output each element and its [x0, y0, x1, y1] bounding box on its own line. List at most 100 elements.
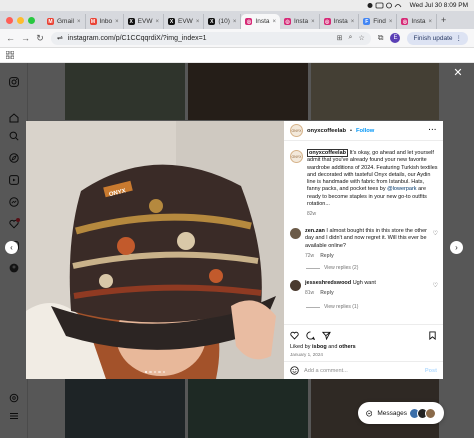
- post-comment-button[interactable]: Post: [425, 368, 437, 374]
- apps-grid-icon[interactable]: [6, 51, 14, 59]
- commenter-avatar[interactable]: [290, 228, 301, 239]
- close-tab-icon[interactable]: ×: [389, 19, 393, 25]
- view-replies-label: View replies (2): [324, 265, 359, 271]
- bookmarks-bar: [0, 48, 474, 63]
- close-tab-icon[interactable]: ×: [273, 19, 277, 25]
- close-tab-icon[interactable]: ×: [429, 19, 433, 25]
- carousel-dot: [162, 370, 166, 373]
- comment-age: 81w: [305, 290, 315, 297]
- separator-dot: •: [349, 127, 352, 134]
- messages-button[interactable]: Messages: [358, 402, 444, 424]
- zoom-window-button[interactable]: [28, 16, 35, 24]
- share-paper-plane-icon[interactable]: [322, 331, 331, 340]
- emoji-icon[interactable]: [290, 366, 299, 375]
- post-modal: ONYX ONYX onyxcoffeelab • Follow ··· ONY…: [26, 121, 443, 379]
- browser-tab[interactable]: X (10) ×: [204, 14, 242, 29]
- site-info-icon[interactable]: ⇌: [57, 34, 63, 42]
- back-button[interactable]: ←: [6, 33, 15, 43]
- liked-by-others[interactable]: others: [339, 344, 356, 350]
- carousel-dot: [158, 370, 161, 373]
- liked-by-user[interactable]: isbog: [312, 344, 327, 350]
- like-heart-icon[interactable]: [290, 331, 299, 340]
- save-bookmark-icon[interactable]: [428, 330, 437, 340]
- reload-button[interactable]: ↻: [36, 33, 44, 44]
- next-post-button[interactable]: ›: [450, 241, 463, 254]
- instagram-page: ✕ ‹ › ONYX ONYX onyxcoffeelab • Follow ·…: [0, 63, 474, 438]
- liked-by-prefix: Liked by: [290, 344, 313, 350]
- close-tab-icon[interactable]: ×: [196, 19, 200, 25]
- close-tab-icon[interactable]: ×: [351, 19, 355, 25]
- close-modal-icon[interactable]: ✕: [453, 68, 463, 79]
- tab-label: Insta: [333, 18, 348, 25]
- zoom-icon[interactable]: ⌕: [349, 34, 353, 42]
- browser-tab[interactable]: F Find ×: [359, 14, 398, 29]
- post-options-icon[interactable]: ···: [429, 127, 438, 134]
- close-window-button[interactable]: [6, 16, 13, 24]
- like-comment-icon[interactable]: ♡: [433, 282, 438, 289]
- find-icon: F: [363, 18, 371, 25]
- instagram-icon: ◎: [284, 18, 292, 25]
- profile-avatar[interactable]: E: [390, 33, 401, 43]
- instagram-icon: ◎: [323, 18, 331, 25]
- browser-tab[interactable]: X EVW ×: [164, 14, 205, 29]
- menubar-clock[interactable]: Wed Jul 30 8:09 PM: [410, 2, 468, 9]
- tab-label: EVW: [178, 18, 193, 25]
- post-image[interactable]: ONYX: [26, 121, 284, 379]
- status-icons[interactable]: [367, 2, 405, 9]
- commenter-avatar[interactable]: [290, 280, 301, 291]
- tab-label: Insta: [411, 18, 426, 25]
- finish-update-button[interactable]: Finish update ⋮: [407, 31, 468, 45]
- post-actions: Liked by isbog and others January 1, 202…: [284, 324, 443, 357]
- reply-button[interactable]: Reply: [320, 253, 334, 259]
- reply-button[interactable]: Reply: [320, 290, 334, 296]
- tab-label: Insta: [294, 18, 309, 25]
- tab-label: Inbo: [99, 18, 113, 25]
- tab-label: Find: [373, 18, 386, 25]
- commenter-username[interactable]: zen.zan: [305, 228, 325, 234]
- minimize-window-button[interactable]: [17, 16, 24, 24]
- commenter-username[interactable]: jesseshredswood: [305, 280, 351, 286]
- post-date: January 1, 2024: [290, 352, 323, 357]
- extensions-icon[interactable]: ⧉: [378, 33, 384, 43]
- comment: zen.zan I almost bought this in this sto…: [290, 228, 438, 259]
- forward-button[interactable]: →: [21, 33, 30, 43]
- carousel-dot: [149, 370, 152, 373]
- tab-list: M Gmail × M Inbo × X EVW × X EVW × X (10) × ◎ Insta × ◎ Ins…: [43, 11, 438, 29]
- finish-update-label: Finish update: [413, 34, 453, 42]
- author-avatar[interactable]: ONYX: [290, 124, 303, 137]
- like-comment-icon[interactable]: ♡: [433, 230, 438, 237]
- close-tab-icon[interactable]: ×: [233, 19, 237, 25]
- add-comment-input[interactable]: Add a comment...: [304, 368, 348, 374]
- author-username[interactable]: onyxcoffeelab: [307, 128, 346, 134]
- browser-tab[interactable]: ◎ Insta ×: [241, 14, 281, 29]
- view-replies-button[interactable]: View replies (2): [306, 265, 358, 271]
- url-text: instagram.com/p/C1CCqqrdiX/?img_index=1: [67, 34, 207, 42]
- macos-menu-bar: Wed Jul 30 8:09 PM: [0, 0, 474, 11]
- tab-label: Gmail: [57, 18, 74, 25]
- post-header: ONYX onyxcoffeelab • Follow ···: [284, 121, 443, 141]
- caption-mention[interactable]: @lowerpark: [387, 186, 416, 192]
- browser-tab[interactable]: X EVW ×: [124, 14, 164, 29]
- browser-tab[interactable]: M Inbo ×: [86, 14, 124, 29]
- caption-avatar[interactable]: ONYX: [290, 150, 303, 163]
- follow-button[interactable]: Follow: [356, 128, 374, 134]
- bookmark-star-icon[interactable]: ☆: [358, 34, 364, 42]
- browser-tab[interactable]: M Gmail ×: [43, 14, 86, 29]
- comment-text: Ugh want: [351, 280, 376, 286]
- close-tab-icon[interactable]: ×: [77, 19, 81, 25]
- previous-post-button[interactable]: ‹: [5, 241, 18, 254]
- avatar: [425, 407, 436, 419]
- browser-tab[interactable]: ◎ Insta ×: [397, 14, 438, 29]
- comment-bubble-icon[interactable]: [306, 330, 315, 340]
- close-tab-icon[interactable]: ×: [311, 19, 315, 25]
- close-tab-icon[interactable]: ×: [155, 19, 159, 25]
- caption-username[interactable]: onyxcoffeelab: [307, 149, 348, 157]
- browser-tab[interactable]: ◎ Insta ×: [320, 14, 360, 29]
- browser-tab[interactable]: ◎ Insta ×: [280, 14, 320, 29]
- new-tab-button[interactable]: +: [441, 15, 446, 25]
- address-bar[interactable]: ⇌ instagram.com/p/C1CCqqrdiX/?img_index=…: [51, 31, 371, 45]
- close-tab-icon[interactable]: ×: [115, 19, 119, 25]
- x-icon: X: [168, 18, 175, 25]
- install-app-icon[interactable]: ⊞: [337, 34, 343, 42]
- view-replies-button[interactable]: View replies (1): [306, 304, 358, 310]
